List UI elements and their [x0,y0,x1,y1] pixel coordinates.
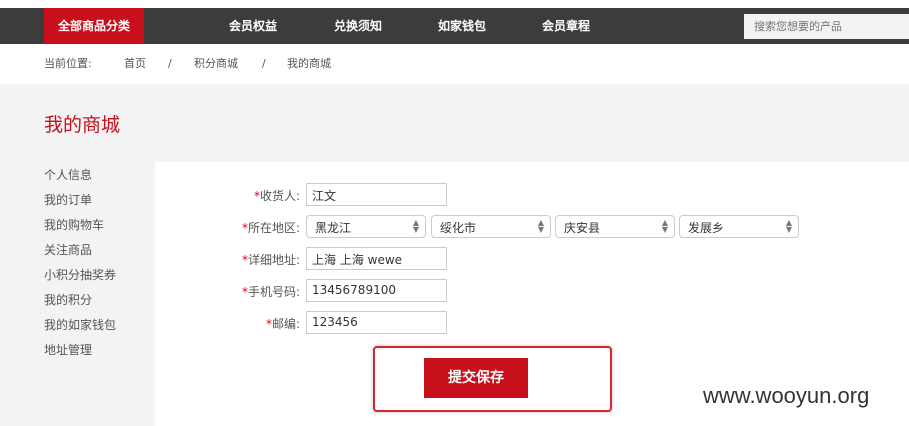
page-title: 我的商城 [44,114,121,136]
breadcrumb-separator: / [168,57,172,70]
select-arrows-icon: ▲ ▼ [661,218,668,234]
breadcrumb-current: 我的商城 [287,57,331,70]
all-categories-button[interactable]: 全部商品分类 [44,8,144,44]
town-select[interactable]: 发展乡 ▲ ▼ [679,215,799,238]
select-arrows-icon: ▲ ▼ [537,218,544,234]
county-select[interactable]: 庆安县 ▲ ▼ [555,215,675,238]
select-arrows-icon: ▲ ▼ [412,218,419,234]
watermark: www.wooyun.org [703,383,870,408]
sidebar-item-orders[interactable]: 我的订单 [44,191,116,216]
receiver-input[interactable]: 江文 [306,183,447,206]
sidebar: 个人信息 我的订单 我的购物车 关注商品 小积分抽奖券 我的积分 我的如家钱包 … [44,166,116,366]
zip-label: *邮编: [265,317,300,331]
phone-input[interactable]: 13456789100 [306,279,447,302]
nav-wallet[interactable]: 如家钱包 [438,8,486,44]
sidebar-item-lottery[interactable]: 小积分抽奖券 [44,266,116,291]
breadcrumb: 当前位置: 首页 / 积分商城 / 我的商城 [0,44,909,84]
breadcrumb-points-mall[interactable]: 积分商城 [194,44,238,84]
city-select[interactable]: 绥化市 ▲ ▼ [431,215,551,238]
address-label: *详细地址: [241,253,300,267]
submit-save-button[interactable]: 提交保存 [424,358,528,398]
top-strip [0,0,909,8]
select-arrows-icon: ▲ ▼ [785,218,792,234]
province-select[interactable]: 黑龙江 ▲ ▼ [306,215,426,238]
main-nav: 全部商品分类 会员权益 兑换须知 如家钱包 会员章程 [0,8,909,44]
sidebar-item-followed[interactable]: 关注商品 [44,241,116,266]
region-label: *所在地区: [241,221,300,235]
nav-exchange-notice[interactable]: 兑换须知 [334,8,382,44]
sidebar-item-points[interactable]: 我的积分 [44,291,116,316]
breadcrumb-home[interactable]: 首页 [124,44,146,84]
receiver-label: *收货人: [253,189,300,203]
address-input[interactable]: 上海 上海 wewe [306,247,447,270]
nav-member-benefits[interactable]: 会员权益 [229,8,277,44]
breadcrumb-label: 当前位置: [44,57,92,70]
breadcrumb-separator: / [262,57,266,70]
search-input[interactable] [744,14,909,39]
sidebar-item-address[interactable]: 地址管理 [44,341,116,366]
nav-member-rules[interactable]: 会员章程 [542,8,590,44]
phone-label: *手机号码: [241,285,300,299]
sidebar-item-wallet[interactable]: 我的如家钱包 [44,316,116,341]
sidebar-item-profile[interactable]: 个人信息 [44,166,116,191]
sidebar-item-cart[interactable]: 我的购物车 [44,216,116,241]
zip-input[interactable]: 123456 [306,311,447,334]
